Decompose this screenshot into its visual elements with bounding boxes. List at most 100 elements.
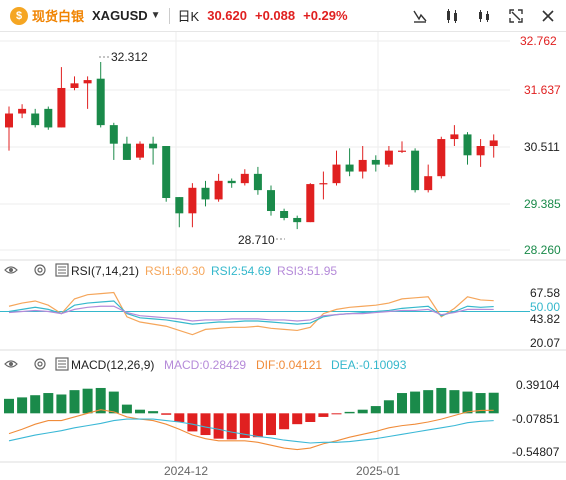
candle-body [345,164,354,172]
rsi-line-3 [8,305,494,322]
macd-histogram-bar [449,390,460,414]
macd-histogram-bar [17,397,28,414]
candle-body [175,197,184,214]
candle-body [253,173,262,191]
candle-body [293,217,302,223]
macd-histogram-bar [397,393,407,414]
price-tick: 28.260 [524,243,561,257]
chevron-down-icon: ▼ [150,10,161,21]
macd-histogram-bar [423,390,434,414]
candle-body [5,113,13,128]
macd-histogram-bar [161,413,172,415]
candle-body [437,139,446,177]
macd-histogram-bar [292,413,303,425]
macd-histogram-bar [279,413,290,430]
macd-histogram-bar [383,400,394,414]
last-price: 30.620 [207,8,247,23]
time-axis: 2024-12 2025-01 [164,464,400,478]
macd-histogram-bar [462,391,473,414]
price-change: +0.088 [254,8,296,23]
candle-body [162,146,171,199]
candle-body [306,184,315,223]
rsi1-label: RSI1:60.30 [145,264,205,278]
candle-body [476,146,485,156]
chart-area[interactable]: 32.762 31.637 30.511 29.385 28.260 32.31… [0,32,566,480]
macd-histogram-bar [305,413,316,423]
candle-body [70,83,79,88]
rsi-title: RSI(7,14,21) [71,264,139,278]
macd-pane [4,387,499,451]
price-tick: 31.637 [524,83,561,97]
fullscreen-icon[interactable] [506,6,526,26]
close-icon[interactable] [538,6,558,26]
price-tick: 29.385 [524,197,561,211]
macd-histogram-bar [121,404,132,414]
macd-legend: MACD(12,26,9) MACD:0.28429 DIF:0.04121 D… [4,357,407,372]
more-icon[interactable] [55,263,69,277]
candle-body [214,180,223,200]
candle-body [201,187,210,200]
logo-icon: $ [10,6,28,25]
dea-label: DEA:-0.10093 [331,358,407,372]
macd-histogram-bar [318,413,329,417]
dif-label: DIF:0.04121 [256,358,322,372]
settings-icon[interactable] [34,358,46,370]
macd-histogram-bar [69,390,80,414]
rsi-tick: 67.58 [530,286,560,300]
candle-body [44,108,53,128]
time-tick: 2025-01 [356,464,400,478]
candle-body [18,108,27,114]
macd-histogram-bar [213,413,224,439]
candle-body [122,143,131,160]
toolbar: $ 现货白银 XAGUSD ▼ 日K 30.620 +0.088 +0.29% [0,0,566,32]
eye-icon[interactable] [4,266,18,274]
eye-icon[interactable] [4,360,18,368]
macd-histogram-bar [200,413,211,436]
macd-histogram-bar [43,393,54,414]
candle-body [371,159,380,165]
rsi-line-1 [8,291,494,336]
macd-histogram-bar [252,413,263,438]
candle-body [227,180,236,184]
candle-body [332,164,341,184]
macd-histogram-bar [226,413,237,440]
macd-histogram-bar [82,388,93,414]
candle-body [398,150,406,152]
time-tick: 2024-12 [164,464,208,478]
candle-body [188,187,197,214]
macd-value-label: MACD:0.28429 [164,358,246,372]
compare-icon[interactable] [442,6,462,26]
candle-body [267,190,275,212]
candle-body [31,113,40,126]
symbol-selector[interactable]: XAGUSD ▼ [92,8,161,23]
indicator-icon[interactable] [474,6,494,26]
macd-axis: 0.39104 -0.07851 -0.54807 [512,378,560,459]
macd-histogram-bar [266,413,276,436]
candle-body [411,150,420,191]
macd-histogram-bar [108,391,119,414]
macd-histogram-bar [174,413,185,423]
drag-icon[interactable] [410,6,430,26]
brand-name: 现货白银 [32,9,85,24]
candle-body [384,150,393,165]
macd-histogram-bar [331,413,342,415]
macd-histogram-bar [436,387,447,414]
macd-histogram-bar [344,411,355,414]
settings-icon[interactable] [34,264,46,276]
divider [168,7,170,24]
period-label: 日K [177,9,200,24]
candle-body [489,140,498,147]
macd-histogram-bar [135,409,145,414]
candle-body [424,176,433,191]
candle-body [240,173,249,184]
candle-body [280,211,289,218]
candle-body [57,87,66,128]
candle-body [450,134,459,140]
more-icon[interactable] [55,357,69,371]
price-tick: 30.511 [524,140,560,154]
rsi2-label: RSI2:54.69 [211,264,271,278]
period-selector[interactable]: 日K [178,6,200,25]
candle-body [149,143,158,149]
macd-histogram-bar [410,391,421,414]
candle-body [319,183,328,185]
